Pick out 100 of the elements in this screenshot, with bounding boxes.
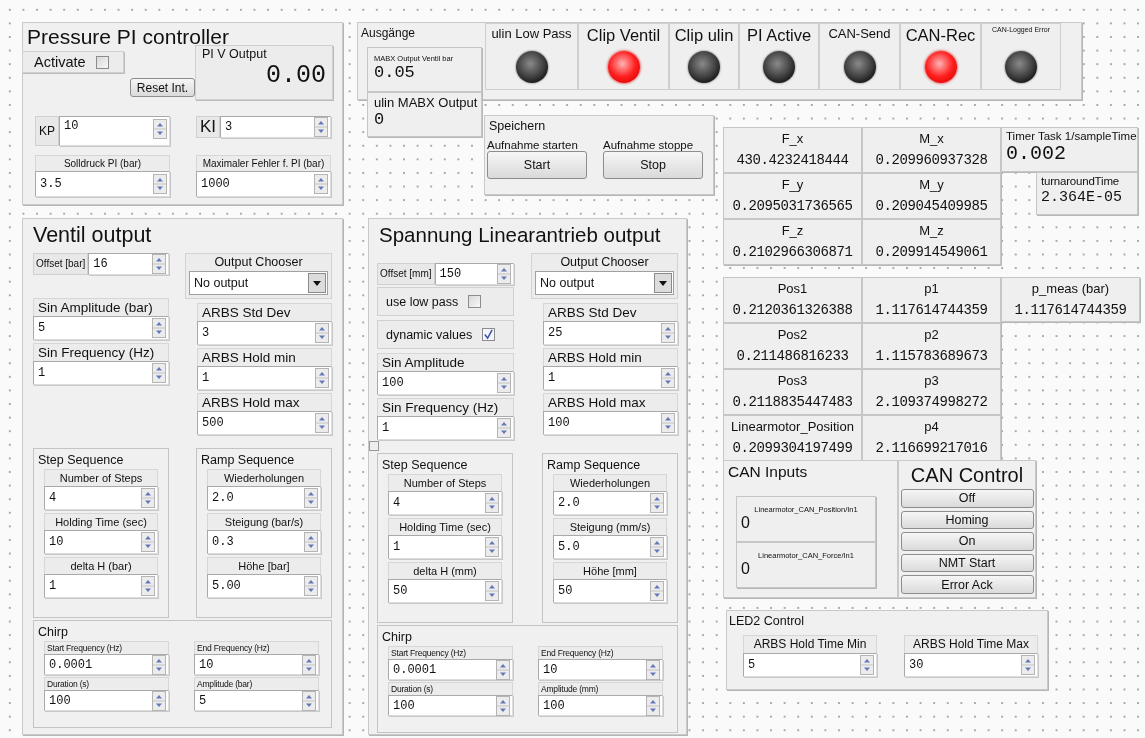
number-field[interactable]: 50 [553, 579, 667, 603]
number-field[interactable]: 1 [388, 535, 502, 559]
number-field[interactable]: 3 [220, 116, 331, 138]
spinner-icon[interactable] [314, 174, 328, 194]
button[interactable]: Stop [603, 151, 703, 179]
spinner-icon[interactable] [860, 655, 874, 675]
spinner-icon[interactable] [152, 254, 166, 274]
spinner-icon[interactable] [496, 659, 510, 680]
number-field[interactable]: 3.5 [35, 171, 170, 197]
spinner-icon[interactable] [497, 264, 511, 284]
checkbox[interactable] [468, 295, 482, 308]
checkbox[interactable] [95, 55, 109, 69]
number-field[interactable]: 100 [44, 690, 169, 711]
checkbox[interactable] [482, 328, 496, 341]
spinner-icon[interactable] [496, 695, 510, 716]
spinner-icon[interactable] [141, 576, 155, 596]
spinner-icon[interactable] [302, 690, 316, 711]
button[interactable]: Reset Int. [130, 78, 195, 97]
field-label: ARBS Hold min [543, 348, 678, 366]
spinner-icon[interactable] [141, 532, 155, 552]
spinner-icon[interactable] [304, 532, 318, 552]
field-label: Solldruck PI (bar) [35, 155, 170, 171]
spinner-icon[interactable] [152, 318, 166, 338]
spinner-icon[interactable] [485, 537, 499, 557]
spinner-icon[interactable] [497, 418, 511, 438]
spinner-icon[interactable] [661, 323, 675, 343]
spinner-icon[interactable] [153, 174, 167, 194]
readout-label: p4 [924, 418, 939, 436]
handle-icon[interactable] [369, 441, 379, 451]
number-field[interactable]: 10 [194, 654, 319, 675]
number-field[interactable]: 10 [44, 530, 158, 554]
spinner-icon[interactable] [661, 413, 675, 433]
number-field[interactable]: 16 [88, 253, 169, 275]
dropdown[interactable]: No output [535, 271, 674, 295]
number-field[interactable]: 1 [377, 416, 514, 440]
spinner-icon[interactable] [304, 576, 318, 596]
number-field[interactable]: 5 [743, 653, 877, 677]
number-field[interactable]: 1 [197, 366, 332, 390]
panel-title: Spannung Linearantrieb output [378, 222, 662, 248]
spinner-icon[interactable] [650, 581, 664, 601]
number-field[interactable]: 4 [388, 491, 502, 515]
spinner-icon[interactable] [152, 363, 166, 383]
field-label: ARBS Hold max [543, 393, 678, 411]
number-field[interactable]: 0.0001 [44, 654, 169, 675]
number-field[interactable]: 5.0 [553, 535, 667, 559]
number-field[interactable]: 1 [543, 366, 678, 390]
spinner-icon[interactable] [315, 413, 329, 433]
spinner-icon[interactable] [152, 690, 166, 711]
spinner-icon[interactable] [497, 373, 511, 393]
spinner-icon[interactable] [315, 368, 329, 388]
spinner-icon[interactable] [152, 654, 166, 675]
button[interactable]: Homing [900, 510, 1034, 530]
number-field[interactable]: 500 [197, 411, 332, 435]
field-label: delta H (mm) [388, 562, 502, 579]
number-field[interactable]: 25 [543, 321, 678, 345]
number-field[interactable]: 0.3 [207, 530, 321, 554]
number-field[interactable]: 5.00 [207, 574, 321, 598]
number-field[interactable]: 10 [538, 659, 663, 680]
spinner-icon[interactable] [304, 488, 318, 508]
number-field[interactable]: 50 [388, 579, 502, 603]
dropdown[interactable]: No output [189, 271, 328, 295]
number-field[interactable]: 100 [538, 695, 663, 716]
number-field[interactable]: 30 [904, 653, 1038, 677]
field-label: Steigung (bar/s) [207, 513, 321, 530]
spinner-icon[interactable] [302, 654, 316, 675]
number-field[interactable]: 1 [44, 574, 158, 598]
number-field[interactable]: 1000 [196, 171, 331, 197]
spinner-icon[interactable] [661, 368, 675, 388]
number-field[interactable]: 150 [434, 263, 514, 285]
spinner-icon[interactable] [650, 537, 664, 557]
spinner-icon[interactable] [141, 488, 155, 508]
number-field[interactable]: 5 [33, 316, 169, 340]
number-field[interactable]: 100 [377, 371, 514, 395]
number-field[interactable]: 2.0 [207, 486, 321, 510]
spinner-icon[interactable] [485, 493, 499, 513]
button-label: Aufnahme starten [487, 139, 579, 151]
number-field[interactable]: 5 [194, 690, 319, 711]
button[interactable]: On [900, 532, 1034, 551]
panel-title: Speichern [488, 119, 547, 134]
button[interactable]: Start [487, 151, 587, 179]
spinner-icon[interactable] [1021, 655, 1035, 675]
button[interactable]: NMT Start [900, 553, 1034, 573]
number-field[interactable]: 100 [388, 695, 513, 716]
spinner-icon[interactable] [650, 493, 664, 513]
number-field[interactable]: 4 [44, 486, 158, 510]
button[interactable]: Error Ack [900, 575, 1034, 594]
spinner-icon[interactable] [646, 659, 660, 680]
spinner-icon[interactable] [646, 695, 660, 716]
spinner-icon[interactable] [314, 117, 328, 137]
number-field[interactable]: 10 [59, 116, 170, 146]
spinner-icon[interactable] [153, 119, 167, 139]
number-field[interactable]: 0.0001 [388, 659, 513, 680]
spinner-icon[interactable] [485, 581, 499, 601]
number-field[interactable]: 3 [197, 321, 332, 345]
readout-value: 0.209914549061 [875, 243, 988, 262]
number-field[interactable]: 2.0 [553, 491, 667, 515]
button[interactable]: Off [900, 489, 1034, 508]
number-field[interactable]: 100 [543, 411, 678, 435]
spinner-icon[interactable] [315, 323, 329, 343]
number-field[interactable]: 1 [33, 361, 169, 385]
